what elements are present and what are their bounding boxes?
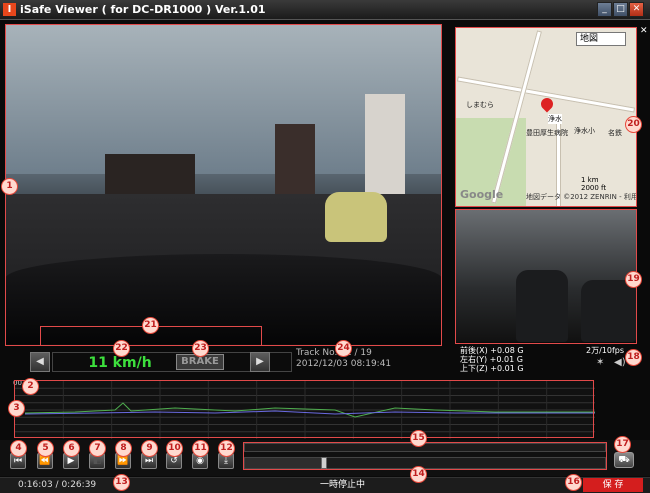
video-dashboard	[5, 254, 442, 344]
map-close-icon[interactable]: ✕	[640, 26, 648, 36]
gsensor-z: 上下(Z) +0.01 G	[460, 364, 524, 373]
callout-11: 11	[192, 440, 209, 457]
callout-8: 8	[115, 440, 132, 457]
callout-7: 7	[89, 440, 106, 457]
callout-14: 14	[410, 466, 427, 483]
playback-state: 一時停止中	[320, 480, 366, 490]
video-building	[365, 94, 405, 199]
track-datetime: 2012/12/03 08:19:41	[296, 359, 392, 369]
maximize-icon[interactable]: □	[613, 2, 628, 17]
gsensor-y: 左右(Y) +0.01 G	[460, 355, 523, 364]
save-button[interactable]: 保 存	[583, 478, 643, 492]
window-title: iSafe Viewer ( for DC-DR1000 ) Ver.1.01	[20, 3, 266, 16]
playback-time: 0:16:03 / 0:26:39	[18, 480, 97, 490]
prev-track-button[interactable]: ◀	[30, 352, 50, 372]
map-scale: 1 km 2000 ft	[581, 176, 606, 192]
video-building	[275, 124, 315, 199]
callout-13: 13	[113, 474, 130, 491]
callout-18: 18	[625, 349, 642, 366]
callout-19: 19	[625, 271, 642, 288]
main-video-view[interactable]	[5, 24, 442, 344]
callout-1: 1	[1, 178, 18, 195]
callout-5: 5	[37, 440, 54, 457]
gsensor-panel: 前後(X) +0.08 G 左右(Y) +0.01 G 上下(Z) +0.01 …	[456, 346, 636, 376]
map-label-shop: しまむら	[466, 101, 494, 109]
map-label-area: 名鉄	[608, 129, 622, 137]
map-scale-km: 1 km	[581, 176, 599, 184]
map-copyright: 地図データ ©2012 ZENRIN - 利用規約	[526, 193, 636, 201]
gsensor-graph[interactable]: 00	[13, 379, 595, 439]
callout-10: 10	[166, 440, 183, 457]
map-label-hospital: 豊田厚生病院	[526, 129, 568, 137]
callout-6: 6	[63, 440, 80, 457]
app-logo-icon: I	[3, 3, 16, 16]
close-icon[interactable]: ✕	[629, 2, 644, 17]
cabin-seat	[516, 270, 568, 342]
map-label-station: 浄水	[548, 114, 562, 124]
graph-grid	[15, 381, 595, 439]
map-brand: Google	[460, 188, 504, 201]
minimize-icon[interactable]: _	[597, 2, 612, 17]
sub-progress-bar[interactable]	[244, 443, 606, 452]
callout-21: 21	[142, 317, 159, 334]
isafe-viewer-window: I iSafe Viewer ( for DC-DR1000 ) Ver.1.0…	[0, 0, 650, 493]
cabin-camera-view[interactable]	[456, 210, 636, 342]
callout-9: 9	[141, 440, 158, 457]
callout-12: 12	[218, 440, 235, 457]
map-panel[interactable]: 地図 しまむら 浄水 豊田厚生病院 浄水小 名鉄 Google 1 km 200…	[456, 28, 636, 206]
callout-2: 2	[22, 378, 39, 395]
title-bar: I iSafe Viewer ( for DC-DR1000 ) Ver.1.0…	[0, 0, 650, 20]
video-car	[325, 192, 387, 242]
callout-22: 22	[113, 340, 130, 357]
volume-icon[interactable]: ◀)	[614, 358, 626, 370]
progress-fill	[245, 458, 325, 468]
gsensor-x: 前後(X) +0.08 G	[460, 346, 524, 355]
map-label-school: 浄水小	[574, 127, 595, 135]
callout-16: 16	[565, 474, 582, 491]
callout-15: 15	[410, 430, 427, 447]
map-scale-ft: 2000 ft	[581, 184, 607, 192]
callout-17: 17	[614, 436, 631, 453]
callout-24: 24	[335, 340, 352, 357]
graph-svg	[15, 381, 595, 439]
callout-20: 20	[625, 116, 642, 133]
frame-rate: 2万/10fps	[586, 346, 625, 355]
callout-4: 4	[10, 440, 27, 457]
satellite-icon: ✶	[596, 357, 605, 368]
map-type-select[interactable]: 地図	[576, 32, 626, 46]
callout-23: 23	[192, 340, 209, 357]
graph-y-label: 00	[13, 379, 22, 387]
video-building	[105, 154, 195, 199]
progress-knob[interactable]	[321, 457, 328, 469]
callout-3: 3	[8, 400, 25, 417]
cabin-seat	[581, 280, 636, 342]
car-record-button[interactable]: ⛟	[614, 452, 634, 468]
playback-progress-bar[interactable]	[244, 457, 606, 469]
next-track-button[interactable]: ▶	[250, 352, 270, 372]
